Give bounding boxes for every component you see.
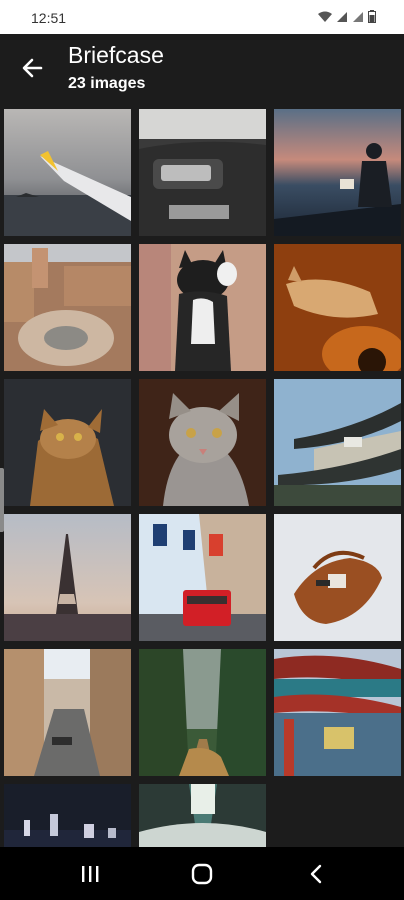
image-thumbnail[interactable] — [4, 649, 131, 776]
status-icons — [318, 10, 376, 23]
chevron-left-icon — [310, 864, 322, 884]
venice-canal-image — [4, 649, 131, 776]
london-street-bus-image — [139, 514, 266, 641]
back-nav-button[interactable] — [296, 859, 336, 889]
image-thumbnail[interactable] — [139, 244, 266, 371]
city-skyline-night-image — [4, 784, 131, 847]
image-thumbnail[interactable] — [4, 244, 131, 371]
image-thumbnail[interactable] — [274, 109, 401, 236]
cat-looking-up-image — [4, 379, 131, 506]
image-thumbnail[interactable] — [4, 109, 131, 236]
signal-icon — [353, 11, 363, 22]
image-thumbnail[interactable] — [274, 514, 401, 641]
asian-temple-roof-image — [274, 379, 401, 506]
home-icon — [191, 863, 213, 885]
status-time: 12:51 — [31, 10, 67, 26]
image-count: 23 images — [68, 75, 146, 92]
home-button[interactable] — [182, 859, 222, 889]
edge-panel-handle[interactable] — [0, 468, 4, 532]
canyon-water-image — [139, 784, 266, 847]
image-thumbnail[interactable] — [4, 379, 131, 506]
image-thumbnail[interactable] — [139, 649, 266, 776]
car-dashboard-image — [139, 109, 266, 236]
signal-icon — [337, 11, 347, 22]
chinatown-gate-image — [274, 649, 401, 776]
image-grid — [0, 100, 404, 847]
image-thumbnail[interactable] — [139, 109, 266, 236]
forest-road-image — [139, 649, 266, 776]
kitten-playing-image — [139, 244, 266, 371]
image-thumbnail[interactable] — [4, 514, 131, 641]
image-thumbnail[interactable] — [139, 514, 266, 641]
wifi-icon — [318, 11, 332, 22]
image-thumbnail[interactable] — [274, 649, 401, 776]
person-on-cliff-image — [274, 109, 401, 236]
image-thumbnail[interactable] — [274, 244, 401, 371]
recent-apps-icon — [82, 866, 99, 882]
image-thumbnail[interactable] — [139, 379, 266, 506]
image-thumbnail[interactable] — [4, 784, 131, 847]
arrow-left-icon — [22, 58, 43, 78]
cat-on-guitar-image — [274, 244, 401, 371]
battery-icon — [368, 10, 376, 23]
recent-apps-button[interactable] — [70, 859, 110, 889]
system-navigation-bar — [0, 847, 404, 900]
page-title: Briefcase — [68, 42, 164, 68]
leather-bag-image — [274, 514, 401, 641]
city-plaza-fountain-image — [4, 244, 131, 371]
image-thumbnail[interactable] — [139, 784, 266, 847]
eiffel-tower-image — [4, 514, 131, 641]
app-bar: Briefcase 23 images — [0, 34, 404, 100]
airplane-wing-image — [4, 109, 131, 236]
image-thumbnail[interactable] — [274, 379, 401, 506]
back-button[interactable] — [14, 50, 50, 86]
tabby-cat-image — [139, 379, 266, 506]
status-bar: 12:51 — [0, 0, 404, 34]
